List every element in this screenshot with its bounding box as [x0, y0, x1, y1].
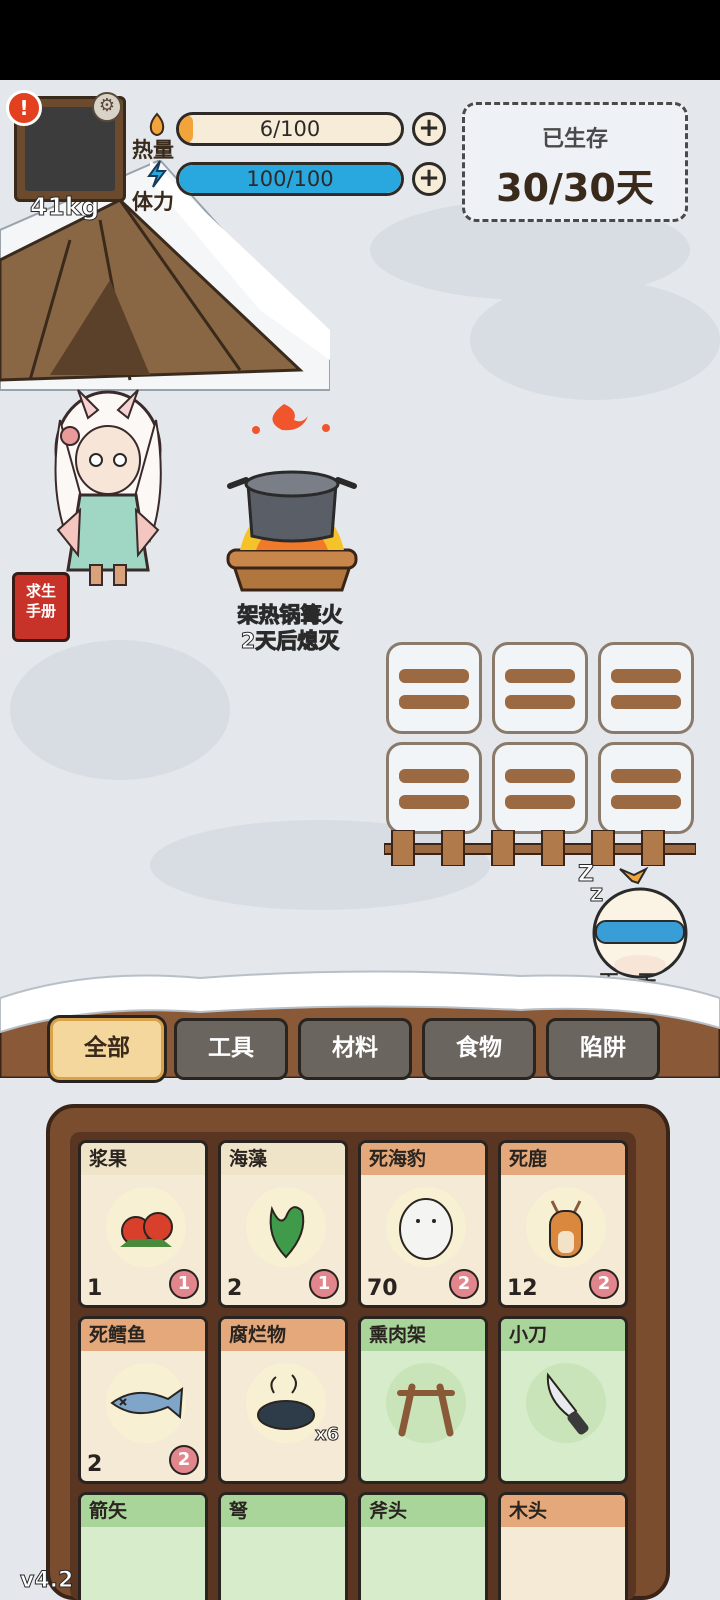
- stamina-label: 体力: [132, 190, 174, 214]
- cod-icon: [106, 1363, 186, 1443]
- log-pile[interactable]: [386, 742, 482, 834]
- stamina-value: 100/100: [246, 167, 334, 191]
- heat-value: 6/100: [259, 117, 321, 141]
- snow-patch: [10, 640, 230, 780]
- item-count: 70: [367, 1276, 398, 1301]
- item-badge: 2: [589, 1269, 619, 1299]
- inventory-card-axe[interactable]: 斧头: [358, 1492, 488, 1600]
- item-name: 死鹿: [501, 1143, 625, 1175]
- deer-icon: [526, 1187, 606, 1267]
- tab-materials[interactable]: 材料: [298, 1018, 412, 1080]
- survival-days: 30/30天: [496, 166, 654, 210]
- inventory-card-cod[interactable]: 死鳕鱼 2 2: [78, 1316, 208, 1484]
- add-heat-button[interactable]: +: [412, 112, 446, 146]
- seal-icon: [386, 1187, 466, 1267]
- item-count: 2: [87, 1452, 103, 1477]
- inventory-card-deer[interactable]: 死鹿 12 2: [498, 1140, 628, 1308]
- item-badge: 1: [309, 1269, 339, 1299]
- smoking-rack-icon: [386, 1363, 466, 1443]
- knife-icon: [526, 1363, 606, 1443]
- item-name: 死鳕鱼: [81, 1319, 205, 1351]
- inventory-card-seaweed[interactable]: 海藻 2 1: [218, 1140, 348, 1308]
- log-pile[interactable]: [598, 742, 694, 834]
- item-multiplier: x6: [314, 1424, 339, 1446]
- campfire-label: 架热锅篝火 2天后熄灭: [200, 602, 380, 654]
- item-name: 弩: [221, 1495, 345, 1527]
- survival-handbook-button[interactable]: 求生手册: [12, 572, 70, 642]
- inventory-card-seal[interactable]: 死海豹 70 2: [358, 1140, 488, 1308]
- svg-text:Z: Z: [578, 862, 594, 887]
- stamina-bar: 100/100: [176, 162, 404, 196]
- inventory-card-smoking-rack[interactable]: 熏肉架: [358, 1316, 488, 1484]
- status-bar: [0, 0, 720, 80]
- lightning-icon: [147, 160, 167, 188]
- berries-icon: [106, 1187, 186, 1267]
- item-count: 1: [87, 1276, 103, 1301]
- snow-patch: [470, 280, 720, 400]
- version-label: v4.2: [19, 1568, 74, 1594]
- item-badge: 2: [449, 1269, 479, 1299]
- item-badge: 2: [169, 1445, 199, 1475]
- item-name: 斧头: [361, 1495, 485, 1527]
- log-pile[interactable]: [386, 642, 482, 734]
- item-badge: 1: [169, 1269, 199, 1299]
- handbook-label: 求生手册: [25, 582, 56, 620]
- heat-bar: 6/100: [176, 112, 404, 146]
- item-count: 12: [507, 1276, 538, 1301]
- gear-icon[interactable]: ⚙: [92, 92, 122, 122]
- seaweed-icon: [246, 1187, 326, 1267]
- item-name: 海藻: [221, 1143, 345, 1175]
- log-pile[interactable]: [492, 742, 588, 834]
- tab-food[interactable]: 食物: [422, 1018, 536, 1080]
- tab-tools[interactable]: 工具: [174, 1018, 288, 1080]
- item-name: 箭矢: [81, 1495, 205, 1527]
- inventory-card-rotten[interactable]: 腐烂物 x6: [218, 1316, 348, 1484]
- inventory-card-crossbow[interactable]: 弩: [218, 1492, 348, 1600]
- inventory-card-knife[interactable]: 小刀: [498, 1316, 628, 1484]
- tab-all[interactable]: 全部: [50, 1018, 164, 1080]
- campfire-name: 架热锅篝火: [237, 603, 343, 628]
- item-name: 熏肉架: [361, 1319, 485, 1351]
- inventory-card-wood[interactable]: 木头: [498, 1492, 628, 1600]
- inventory-card-arrow[interactable]: 箭矢: [78, 1492, 208, 1600]
- campfire-pot[interactable]: [222, 400, 362, 600]
- svg-text:Z: Z: [590, 885, 603, 906]
- survival-label: 已生存: [541, 127, 608, 152]
- player-character[interactable]: [38, 380, 178, 590]
- weight-label: 41kg: [29, 192, 100, 222]
- item-name: 木头: [501, 1495, 625, 1527]
- item-name: 腐烂物: [221, 1319, 345, 1351]
- item-name: 小刀: [501, 1319, 625, 1351]
- inventory-card-berries[interactable]: 浆果 1 1: [78, 1140, 208, 1308]
- item-name: 死海豹: [361, 1143, 485, 1175]
- add-stamina-button[interactable]: +: [412, 162, 446, 196]
- item-count: 2: [227, 1276, 243, 1301]
- item-name: 浆果: [81, 1143, 205, 1175]
- inventory-grid: 浆果 1 1 海藻 2 1 死海豹 70 2 死鹿 12 2 死鳕鱼 2 2 腐…: [70, 1132, 636, 1600]
- tab-traps[interactable]: 陷阱: [546, 1018, 660, 1080]
- flame-icon: [149, 112, 165, 136]
- campfire-status: 2天后熄灭: [240, 629, 340, 654]
- survival-days-panel: 已生存 30/30天: [462, 102, 688, 222]
- log-pile[interactable]: [598, 642, 694, 734]
- alert-icon[interactable]: !: [6, 90, 42, 126]
- log-pile[interactable]: [492, 642, 588, 734]
